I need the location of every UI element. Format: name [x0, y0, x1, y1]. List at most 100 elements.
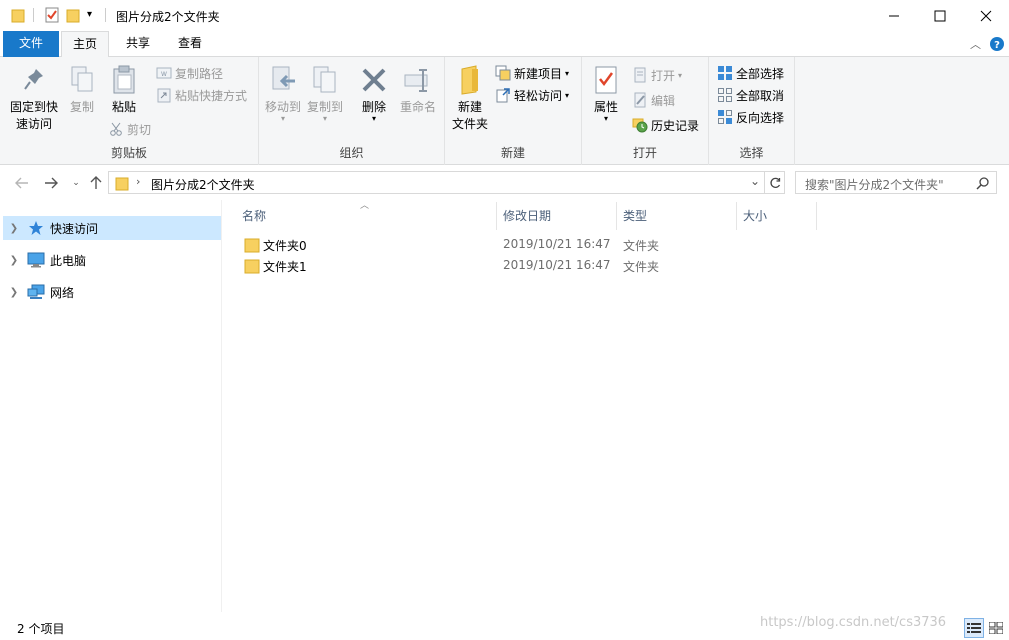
- file-row[interactable]: 文件夹0 2019/10/21 16:47 文件夹: [238, 234, 758, 255]
- tab-view[interactable]: 查看: [166, 31, 214, 57]
- history-button[interactable]: 历史记录: [632, 115, 699, 135]
- expand-chevron-icon[interactable]: ❯: [6, 223, 22, 234]
- edit-button[interactable]: 编辑: [632, 90, 675, 110]
- search-placeholder: 搜索"图片分成2个文件夹": [805, 178, 944, 192]
- open-group-label: 打开: [632, 146, 657, 160]
- separator: [105, 8, 106, 22]
- refresh-button[interactable]: [765, 171, 785, 194]
- address-dropdown-icon[interactable]: ⌄: [750, 174, 760, 188]
- copy-to-button[interactable]: 复制到 ▾: [305, 63, 345, 123]
- move-to-icon: [263, 63, 303, 97]
- large-icons-view-icon: [989, 622, 1003, 634]
- close-button[interactable]: [963, 0, 1009, 31]
- maximize-button[interactable]: [917, 0, 963, 31]
- delete-icon: [356, 63, 392, 97]
- copy-path-button[interactable]: W 复制路径: [156, 63, 223, 83]
- new-item-button[interactable]: 新建项目 ▾: [495, 63, 569, 83]
- minimize-button[interactable]: [871, 0, 917, 31]
- file-list: ︿ 名称 修改日期 类型 大小 文件夹0 2019/10/21 16:47 文件…: [225, 200, 1009, 612]
- file-type: 文件夹: [623, 239, 660, 253]
- paste-button[interactable]: 粘贴: [104, 63, 144, 116]
- rename-button[interactable]: 重命名: [395, 63, 441, 116]
- tab-share[interactable]: 共享: [114, 31, 162, 57]
- open-button[interactable]: 打开 ▾: [632, 65, 682, 85]
- edit-icon: [632, 92, 648, 108]
- help-icon[interactable]: ?: [990, 37, 1004, 54]
- easy-access-button[interactable]: 轻松访问 ▾: [495, 85, 569, 105]
- expand-chevron-icon[interactable]: ❯: [6, 255, 22, 266]
- up-button[interactable]: [87, 174, 105, 192]
- chevron-down-icon: ⌄: [72, 178, 80, 188]
- paste-shortcut-button[interactable]: 粘贴快捷方式: [156, 85, 247, 105]
- column-header-type[interactable]: 类型: [617, 202, 737, 230]
- delete-button[interactable]: 删除 ▾: [356, 63, 392, 123]
- expand-chevron-icon[interactable]: ❯: [6, 287, 22, 298]
- nav-item-network[interactable]: ❯ 网络: [3, 280, 221, 304]
- search-input[interactable]: 搜索"图片分成2个文件夹": [795, 171, 997, 194]
- forward-button[interactable]: [42, 174, 60, 192]
- copy-button[interactable]: 复制: [64, 63, 100, 116]
- cut-button[interactable]: 剪切: [108, 119, 151, 139]
- select-none-button[interactable]: 全部取消: [717, 85, 784, 105]
- select-all-button[interactable]: 全部选择: [717, 63, 784, 83]
- properties-icon: [588, 63, 624, 97]
- title-bar: ▾ 图片分成2个文件夹: [0, 0, 1009, 31]
- nav-item-quick-access[interactable]: ❯ 快速访问: [3, 216, 221, 240]
- separator: [33, 8, 34, 22]
- up-arrow-icon: [90, 176, 102, 189]
- search-icon[interactable]: [976, 176, 990, 193]
- pin-label-line1: 固定到快: [9, 100, 58, 114]
- properties-dropdown-icon: ▾: [603, 114, 608, 123]
- new-folder-quick-icon[interactable]: [66, 7, 80, 26]
- recent-locations-button[interactable]: ⌄: [67, 174, 85, 192]
- pin-label-line2: 速访问: [15, 117, 52, 131]
- pin-icon: [6, 63, 62, 97]
- ribbon-tabs: 文件 主页 共享 查看 ︿ ?: [0, 31, 1009, 58]
- file-row[interactable]: 文件夹1 2019/10/21 16:47 文件夹: [238, 255, 758, 276]
- copy-to-dropdown-icon: ▾: [322, 114, 327, 123]
- column-header-modified[interactable]: 修改日期: [497, 202, 617, 230]
- nav-item-this-pc[interactable]: ❯ 此电脑: [3, 248, 221, 272]
- select-all-icon: [717, 65, 733, 81]
- details-view-button[interactable]: [964, 618, 984, 638]
- organize-group: 移动到 ▾ 复制到 ▾ 删除 ▾ 重命名 组织: [259, 57, 445, 165]
- breadcrumb-chevron-icon[interactable]: ›: [136, 175, 140, 188]
- column-header-size[interactable]: 大小: [737, 202, 817, 230]
- easy-access-icon: [495, 87, 511, 103]
- file-modified: 2019/10/21 16:47: [503, 237, 611, 251]
- history-icon: [632, 117, 648, 133]
- back-button[interactable]: [13, 174, 31, 192]
- paste-icon: [104, 63, 144, 97]
- open-label: 打开: [651, 68, 676, 83]
- cut-label: 剪切: [127, 122, 152, 137]
- move-to-button[interactable]: 移动到 ▾: [263, 63, 303, 123]
- tab-file[interactable]: 文件: [3, 31, 59, 57]
- file-name: 文件夹1: [263, 260, 307, 274]
- edit-label: 编辑: [651, 93, 676, 108]
- copy-path-icon: W: [156, 65, 172, 81]
- folder-icon: [11, 7, 25, 26]
- new-folder-label-line1: 新建: [457, 100, 482, 114]
- large-icons-view-button[interactable]: [986, 618, 1006, 638]
- select-none-icon: [717, 87, 733, 103]
- properties-button[interactable]: 属性 ▾: [588, 63, 624, 123]
- new-folder-button[interactable]: 新建 文件夹: [449, 63, 491, 133]
- collapse-ribbon-icon[interactable]: ︿: [970, 36, 981, 52]
- ribbon: 固定到快 速访问 复制 粘贴 W 复制路径 粘贴快捷方式 剪切 剪贴板 移动到 …: [0, 57, 1009, 165]
- pin-to-quick-access-button[interactable]: 固定到快 速访问: [6, 63, 62, 133]
- address-bar[interactable]: › 图片分成2个文件夹 ⌄: [108, 171, 765, 194]
- invert-selection-icon: [717, 109, 733, 125]
- new-item-label: 新建项目: [514, 66, 563, 81]
- folder-icon: [244, 258, 260, 277]
- window-title: 图片分成2个文件夹: [116, 10, 220, 24]
- invert-selection-button[interactable]: 反向选择: [717, 107, 784, 127]
- new-folder-icon: [449, 63, 491, 97]
- customize-quick-access-icon[interactable]: ▾: [87, 9, 92, 20]
- breadcrumb-current[interactable]: 图片分成2个文件夹: [151, 176, 255, 193]
- tab-home[interactable]: 主页: [61, 31, 109, 58]
- paste-label: 粘贴: [111, 100, 136, 114]
- move-to-dropdown-icon: ▾: [280, 114, 285, 123]
- column-header-name[interactable]: 名称: [236, 202, 497, 230]
- properties-quick-icon[interactable]: [44, 7, 60, 26]
- scissors-icon: [108, 121, 124, 137]
